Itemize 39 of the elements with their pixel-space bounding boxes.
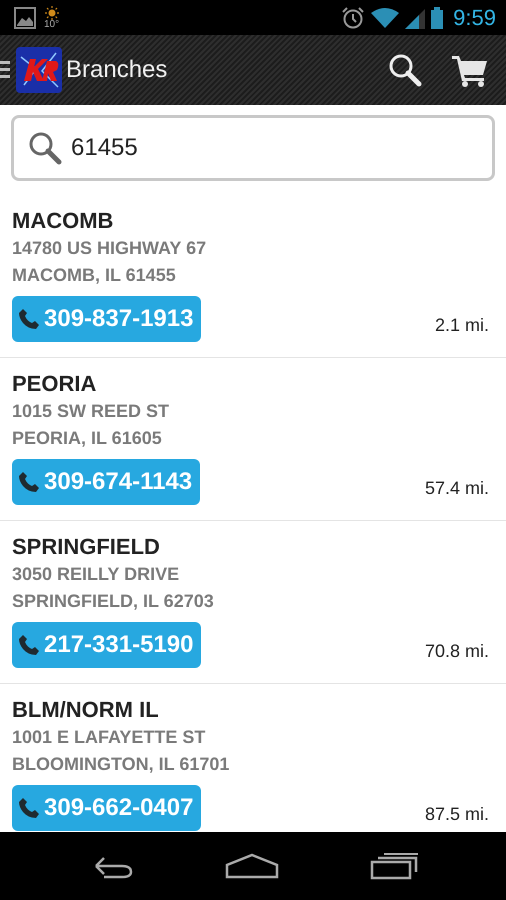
menu-icon[interactable] [0,59,10,81]
phone-button[interactable]: 309-662-0407 [12,785,202,831]
alarm-icon [341,6,366,30]
branch-city: MACOMB, IL 61455 [12,264,177,287]
distance-text: 87.5 mi. [424,802,489,824]
branch-city: BLOOMINGTON, IL 61701 [12,753,230,776]
search-field[interactable]: 61455 [11,115,495,181]
clock-text: 9:59 [453,4,496,30]
battery-icon [431,6,444,30]
image-icon [14,6,36,28]
branch-name: PEORIA [12,370,98,398]
branch-city: SPRINGFIELD, IL 62703 [12,590,215,613]
distance-text: 57.4 mi. [424,476,489,498]
phone-icon [18,308,40,330]
branch-address: 14780 US HIGHWAY 67 [12,237,208,260]
branch-name: BLM/NORM IL [12,696,160,724]
branch-address: 1015 SW REED ST [12,400,170,423]
phone-icon [18,471,40,493]
logo-icon[interactable] [16,47,62,93]
branch-address: 3050 REILLY DRIVE [12,563,180,586]
cart-icon[interactable] [452,53,488,87]
recent-apps-icon[interactable] [370,852,420,880]
sun-icon [44,6,59,20]
branch-city: PEORIA, IL 61605 [12,427,163,450]
branch-name: MACOMB [12,207,114,235]
phone-button[interactable]: 309-674-1143 [12,459,200,505]
distance-text: 70.8 mi. [424,640,489,662]
wifi-icon [371,6,400,30]
phone-icon [18,797,40,819]
screen-title: Branches [66,56,168,84]
temperature-text: 10° [44,20,60,30]
distance-text: 2.1 mi. [434,314,489,336]
phone-icon [18,634,40,656]
branch-address: 1001 E LAFAYETTE ST [12,726,206,749]
search-icon[interactable] [388,53,422,87]
home-icon[interactable] [224,853,279,879]
phone-button[interactable]: 309-837-1913 [12,296,202,342]
branch-name: SPRINGFIELD [12,533,161,561]
phone-button[interactable]: 217-331-5190 [12,622,202,668]
